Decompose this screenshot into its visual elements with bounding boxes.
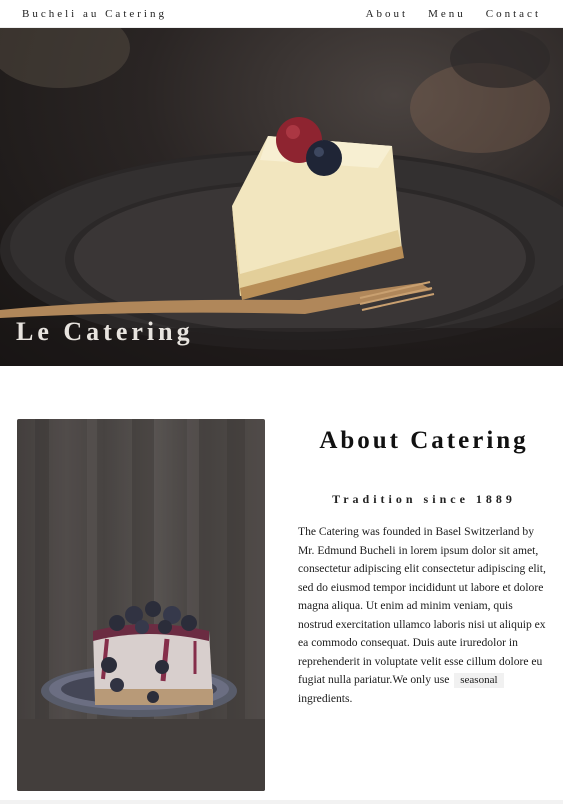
top-navbar: Bucheli au Catering About Menu Contact: [0, 0, 563, 28]
about-body: The Catering was founded in Basel Switze…: [298, 523, 548, 708]
nav-links: About Menu Contact: [366, 8, 541, 20]
nav-link-menu[interactable]: Menu: [428, 8, 466, 20]
nav-link-contact[interactable]: Contact: [486, 8, 541, 20]
brand-link[interactable]: Bucheli au Catering: [22, 8, 167, 20]
about-title: About Catering: [319, 427, 529, 454]
cheesecake-slice-image: [0, 28, 563, 366]
blueberry-cheesecake-image: [17, 419, 265, 791]
about-image: [17, 419, 265, 791]
about-subtitle: Tradition since 1889: [332, 492, 516, 506]
hero-section: Le Catering: [0, 28, 563, 366]
about-body-text: The Catering was founded in Basel Switze…: [298, 525, 546, 686]
hero-title: Le Catering: [16, 317, 194, 346]
about-body-end: ingredients.: [298, 691, 353, 705]
footer-divider: [0, 800, 563, 804]
nav-link-about[interactable]: About: [366, 8, 409, 20]
seasonal-tag: seasonal: [454, 673, 504, 688]
